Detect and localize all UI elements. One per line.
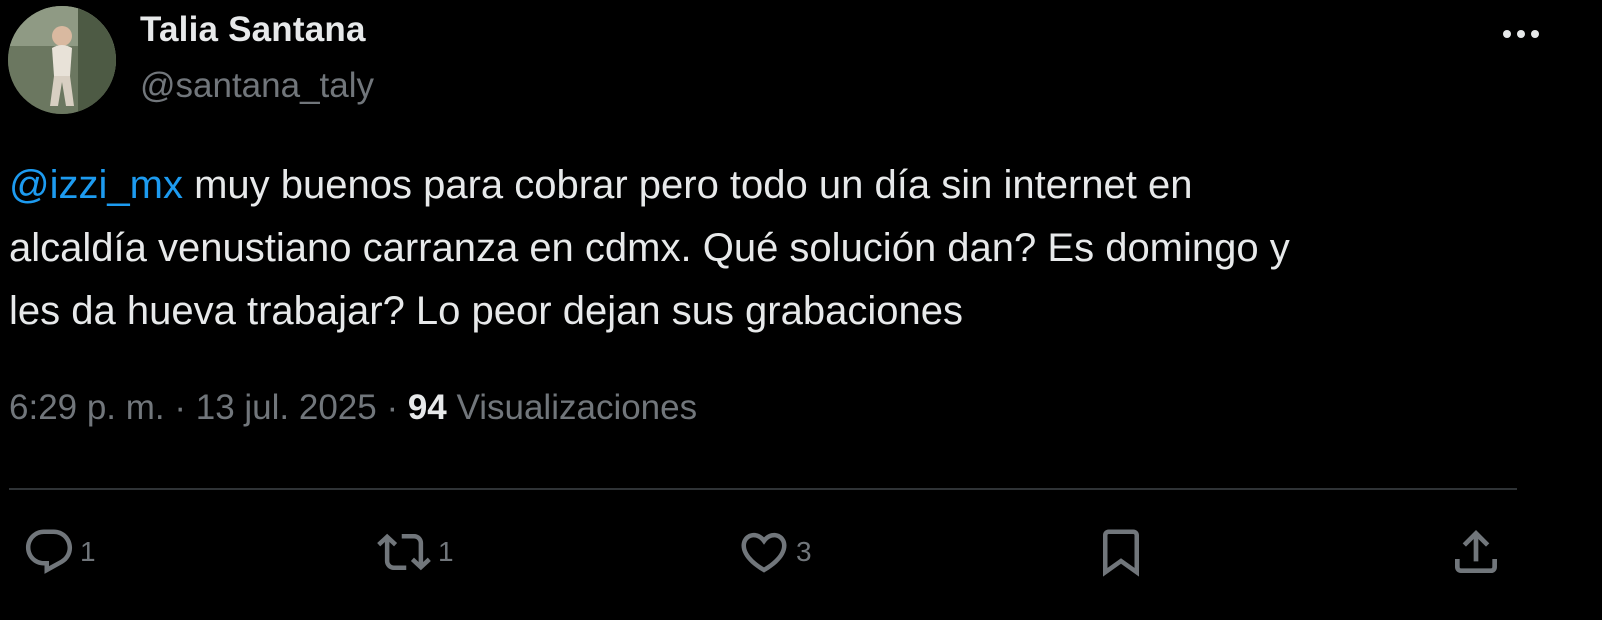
heart-icon — [741, 532, 787, 573]
bookmark-icon — [1103, 529, 1139, 577]
tweet-text: @izzi_mx muy buenos para cobrar pero tod… — [9, 154, 1549, 343]
share-button[interactable] — [1448, 524, 1504, 580]
like-count: 3 — [796, 536, 812, 567]
divider — [9, 488, 1517, 490]
tweet-metadata: 6:29 p. m. · 13 jul. 2025 · 94 Visualiza… — [9, 388, 697, 428]
tweet-time[interactable]: 6:29 p. m. — [9, 388, 165, 427]
profile-photo-icon — [8, 6, 116, 114]
mention-link[interactable]: @izzi_mx — [9, 163, 183, 207]
author-name[interactable]: Talia Santana — [140, 10, 366, 50]
views-label: Visualizaciones — [446, 388, 698, 427]
avatar[interactable] — [8, 6, 116, 114]
repost-button[interactable]: 1 — [374, 524, 454, 580]
tweet-body: muy buenos para cobrar pero todo un día … — [9, 163, 1290, 333]
views-count: 94 — [407, 388, 447, 427]
more-button[interactable] — [1494, 14, 1548, 54]
bookmark-button[interactable] — [1094, 524, 1148, 580]
meta-separator: · — [164, 388, 196, 427]
more-horizontal-icon — [1503, 30, 1539, 38]
reply-count: 1 — [80, 536, 96, 567]
share-icon — [1455, 530, 1497, 573]
repost-icon — [377, 533, 431, 571]
tweet-card: Talia Santana @santana_taly @izzi_mx muy… — [0, 0, 1602, 620]
reply-button[interactable]: 1 — [22, 524, 96, 580]
author-handle[interactable]: @santana_taly — [140, 66, 374, 106]
tweet-date[interactable]: 13 jul. 2025 — [196, 388, 377, 427]
repost-count: 1 — [438, 536, 454, 567]
like-button[interactable]: 3 — [736, 524, 812, 580]
meta-separator: · — [376, 388, 408, 427]
reply-icon — [25, 529, 73, 574]
